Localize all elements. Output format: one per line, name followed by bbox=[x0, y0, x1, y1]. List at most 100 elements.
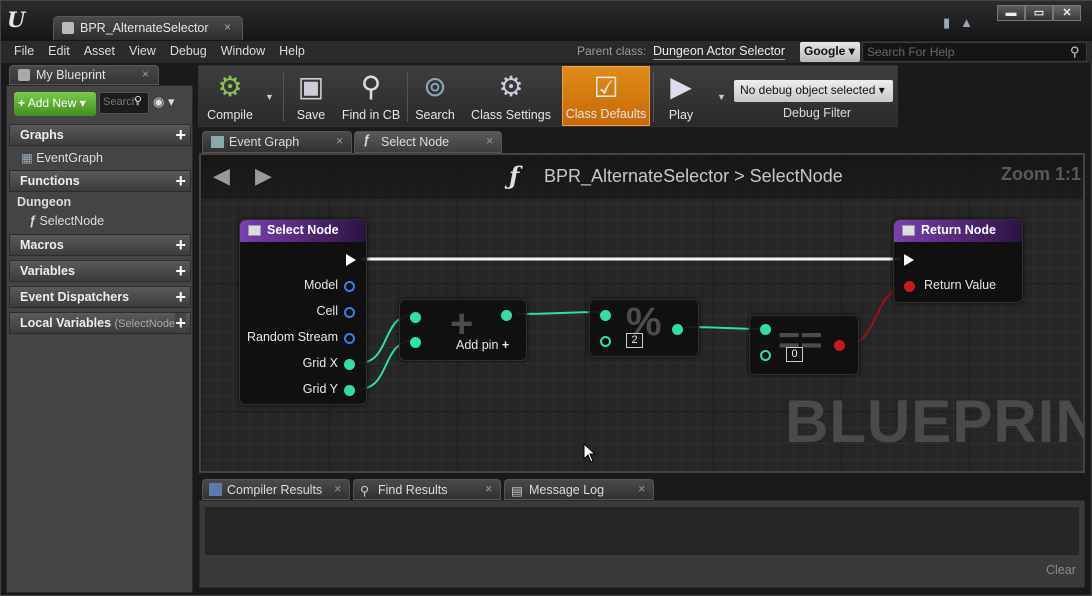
editor-window: U BPR_AlternateSelector × ▮ ▲ ▬ ▭ ✕ File… bbox=[0, 0, 1092, 596]
close-tab-icon[interactable]: × bbox=[486, 134, 493, 148]
add-graph-icon[interactable]: + bbox=[175, 125, 186, 146]
pin-random-stream[interactable] bbox=[344, 333, 355, 344]
help-search-input[interactable]: Search For Help ⚲ bbox=[862, 42, 1087, 62]
help-search-placeholder: Search For Help bbox=[867, 45, 955, 59]
add-input-b-pin[interactable] bbox=[410, 337, 421, 348]
graph-canvas[interactable]: ◀ ▶ ƒ BPR_AlternateSelector > SelectNode… bbox=[199, 153, 1085, 473]
graph-item-eventgraph[interactable]: ▦ EventGraph bbox=[21, 150, 103, 165]
pin-grid-x[interactable] bbox=[344, 359, 355, 370]
section-graphs[interactable]: Graphs + bbox=[9, 124, 191, 146]
parent-class-link[interactable]: Dungeon Actor Selector bbox=[653, 44, 786, 60]
modulo-output-pin[interactable] bbox=[672, 324, 683, 335]
class-settings-label: Class Settings bbox=[471, 108, 551, 122]
close-tab-icon[interactable]: × bbox=[142, 67, 149, 81]
category-dungeon[interactable]: Dungeon bbox=[17, 195, 71, 209]
return-node[interactable]: Return Node Return Value bbox=[893, 219, 1023, 303]
add-variable-icon[interactable]: + bbox=[175, 261, 186, 282]
search-icon[interactable]: ⚲ bbox=[1070, 44, 1080, 60]
maximize-button[interactable]: ▭ bbox=[1025, 5, 1053, 21]
compile-button[interactable]: ⚙ Compile bbox=[201, 66, 259, 126]
pin-model[interactable] bbox=[344, 281, 355, 292]
play-button[interactable]: ▶ Play bbox=[655, 66, 707, 126]
equal-literal-input[interactable]: 0 bbox=[786, 347, 803, 362]
menu-help[interactable]: Help bbox=[272, 41, 312, 61]
chevron-down-icon: ▾ bbox=[79, 96, 86, 110]
class-settings-button[interactable]: ⚙ Class Settings bbox=[465, 66, 557, 126]
function-item-selectnode[interactable]: ƒ SelectNode bbox=[29, 214, 104, 228]
pin-grid-y[interactable] bbox=[344, 385, 355, 396]
chat-icon[interactable]: ▮ bbox=[943, 15, 950, 31]
modulo-literal-input[interactable]: 2 bbox=[626, 333, 643, 348]
close-tab-icon[interactable]: × bbox=[336, 134, 343, 148]
equal-input-b-pin[interactable] bbox=[760, 350, 771, 361]
menu-window[interactable]: Window bbox=[214, 41, 272, 61]
exec-in-pin[interactable] bbox=[904, 254, 914, 266]
toolbar: ⚙ Compile ▼ ▣ Save ⚲ Find in CB ⊚ Search ⚙ Cl… bbox=[198, 65, 898, 127]
return-node-header: Return Node bbox=[894, 220, 1022, 242]
add-input-a-pin[interactable] bbox=[410, 312, 421, 323]
menu-asset[interactable]: Asset bbox=[77, 41, 122, 61]
tab-select-node[interactable]: ƒ Select Node × bbox=[354, 131, 502, 153]
return-value-pin[interactable] bbox=[904, 281, 915, 292]
tab-compiler-results[interactable]: Compiler Results × bbox=[202, 479, 350, 500]
parent-class-label: Parent class: bbox=[577, 44, 647, 58]
return-value-label: Return Value bbox=[924, 278, 997, 292]
equal-node[interactable]: == 0 bbox=[749, 315, 859, 375]
entry-node[interactable]: Select Node Model Cell Random Stream Gri… bbox=[239, 219, 367, 405]
tab-find-results[interactable]: ⚲ Find Results × bbox=[353, 479, 501, 500]
return-node-title: Return Node bbox=[921, 223, 996, 237]
close-tab-icon[interactable]: × bbox=[638, 482, 645, 496]
blueprint-icon bbox=[62, 22, 74, 34]
add-dispatcher-icon[interactable]: + bbox=[175, 287, 186, 308]
menu-view[interactable]: View bbox=[122, 41, 163, 61]
add-node[interactable]: + Add pin + bbox=[399, 299, 527, 361]
close-tab-icon[interactable]: × bbox=[485, 482, 492, 496]
view-options-eye-icon[interactable]: ◉ ▾ bbox=[153, 94, 174, 110]
graduation-cap-icon[interactable]: ▲ bbox=[960, 15, 973, 31]
add-new-button[interactable]: + Add New ▾ bbox=[14, 92, 96, 116]
compile-options-chevron-icon[interactable]: ▼ bbox=[265, 92, 274, 102]
clear-button[interactable]: Clear bbox=[1046, 563, 1076, 577]
find-in-cb-button[interactable]: ⚲ Find in CB bbox=[339, 66, 403, 126]
document-tab[interactable]: BPR_AlternateSelector × bbox=[53, 16, 243, 40]
section-local-variables[interactable]: Local Variables (SelectNode) + bbox=[9, 312, 191, 334]
equal-input-a-pin[interactable] bbox=[760, 324, 771, 335]
add-pin-button[interactable]: Add pin + bbox=[456, 338, 509, 352]
class-defaults-button[interactable]: ☑ Class Defaults bbox=[562, 66, 650, 126]
search-icon: ⚲ bbox=[134, 95, 143, 107]
add-function-icon[interactable]: + bbox=[175, 171, 186, 192]
add-output-pin[interactable] bbox=[501, 310, 512, 321]
tab-compiler-results-label: Compiler Results bbox=[227, 483, 323, 497]
my-blueprint-tab-label: My Blueprint bbox=[36, 68, 106, 82]
close-tab-icon[interactable]: × bbox=[224, 20, 231, 34]
tab-event-graph[interactable]: Event Graph × bbox=[202, 131, 352, 153]
modulo-input-a-pin[interactable] bbox=[600, 310, 611, 321]
menu-file[interactable]: File bbox=[7, 41, 41, 61]
menu-edit[interactable]: Edit bbox=[41, 41, 77, 61]
search-provider-dropdown[interactable]: Google ▾ bbox=[800, 42, 860, 62]
section-event-dispatchers[interactable]: Event Dispatchers + bbox=[9, 286, 191, 308]
play-options-chevron-icon[interactable]: ▼ bbox=[717, 92, 726, 102]
pin-cell[interactable] bbox=[344, 307, 355, 318]
my-blueprint-tab[interactable]: My Blueprint × bbox=[9, 65, 159, 85]
add-local-variable-icon[interactable]: + bbox=[175, 313, 186, 333]
modulo-node[interactable]: % 2 bbox=[589, 299, 699, 357]
section-macros[interactable]: Macros + bbox=[9, 234, 191, 256]
debug-object-dropdown[interactable]: No debug object selected ▾ bbox=[734, 80, 893, 102]
add-macro-icon[interactable]: + bbox=[175, 235, 186, 256]
my-blueprint-panel: + Add New ▾ Search ⚲ ◉ ▾ Graphs + ▦ Event… bbox=[6, 85, 193, 593]
search-button[interactable]: ⊚ Search bbox=[411, 66, 459, 126]
minimize-button[interactable]: ▬ bbox=[997, 5, 1025, 21]
exec-out-pin[interactable] bbox=[346, 254, 356, 266]
menu-debug[interactable]: Debug bbox=[163, 41, 214, 61]
section-functions[interactable]: Functions + bbox=[9, 170, 191, 192]
tab-message-log[interactable]: ▤ Message Log × bbox=[504, 479, 654, 500]
close-button[interactable]: ✕ bbox=[1053, 5, 1081, 21]
chevron-down-icon: ▾ bbox=[848, 44, 855, 58]
equal-output-pin[interactable] bbox=[834, 340, 845, 351]
blueprint-search-input[interactable]: Search ⚲ bbox=[99, 92, 149, 114]
close-tab-icon[interactable]: × bbox=[334, 482, 341, 496]
save-button[interactable]: ▣ Save bbox=[287, 66, 335, 126]
section-variables[interactable]: Variables + bbox=[9, 260, 191, 282]
modulo-input-b-pin[interactable] bbox=[600, 336, 611, 347]
